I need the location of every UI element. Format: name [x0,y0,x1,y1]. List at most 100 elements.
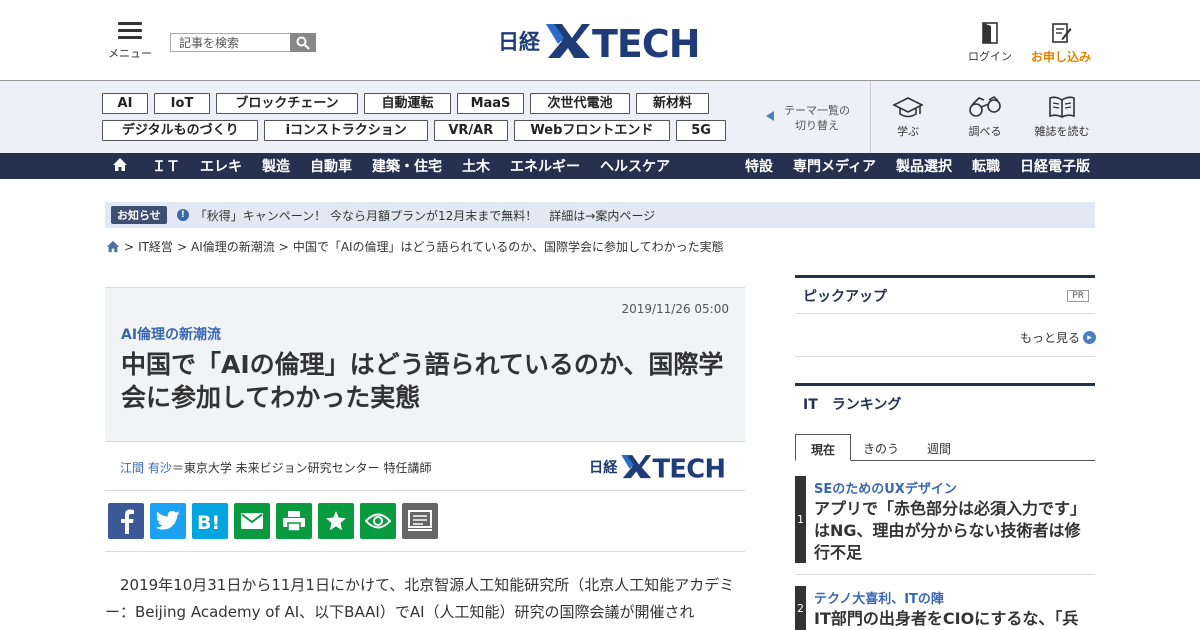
theme-tag[interactable]: MaaS [457,93,524,114]
breadcrumb-link[interactable]: IT経営 [138,238,173,255]
nav-item-products[interactable]: 製品選択 [896,156,952,176]
ranking-item[interactable]: 2 テクノ大喜利、ITの陣 IT部門の出身者をCIOにするな、「兵 [795,586,1095,630]
theme-tag[interactable]: 5G [676,120,726,141]
media-logo: 日経 TECH [589,452,731,484]
article-category[interactable]: AI倫理の新潮流 [121,324,221,344]
more-label: もっと見る [1020,331,1081,345]
theme-tag-row-2: デジタルものづくり iコンストラクション VR/AR Webフロントエンド 5G [102,120,732,141]
notice-bar[interactable]: お知らせ ! 「秋得」キャンペーン！ 今なら月額プランが12月末まで無料！ 詳細… [105,202,1095,228]
breadcrumb-link[interactable]: AI倫理の新潮流 [191,238,275,255]
nav-item-electronics[interactable]: エレキ [200,156,242,176]
theme-tag-row-1: AI IoT ブロックチェーン 自動運転 MaaS 次世代電池 新材料 [102,93,732,114]
tab-current[interactable]: 現在 [795,434,851,461]
theme-tag[interactable]: Webフロントエンド [513,120,671,141]
rank-title[interactable]: IT部門の出身者をCIOにするな、「兵 [814,608,1094,630]
nav-item-media[interactable]: 専門メディア [793,156,876,176]
triangle-left-icon [766,111,774,121]
facebook-icon [121,509,134,534]
print-button[interactable] [276,503,312,539]
site-header: メニュー 日経 TECH ログイン お申し込み [0,0,1200,81]
divider [870,81,871,153]
print-preview-button[interactable] [402,503,438,539]
star-icon [326,511,346,531]
binoculars-icon [969,95,1001,117]
article-header: 2019/11/26 05:00 AI倫理の新潮流 中国で「AIの倫理」はどう語… [105,287,745,441]
research-button[interactable]: 調べる [964,95,1006,139]
theme-tag[interactable]: 新材料 [636,93,709,114]
nav-item-jobs[interactable]: 転職 [972,156,1000,176]
nav-item-civil[interactable]: 土木 [462,156,490,176]
nav-item-healthcare[interactable]: ヘルスケア [600,156,670,176]
exclamation-icon: ! [176,209,189,221]
svg-text:TECH: TECH [653,454,726,480]
hatena-bookmark-button[interactable]: B! [192,503,228,539]
site-logo[interactable]: 日経 TECH [498,20,708,66]
theme-tag[interactable]: IoT [154,93,210,114]
theme-switch-line1: テーマ一覧の [784,104,850,117]
learn-button[interactable]: 学ぶ [890,95,926,139]
menu-label: メニュー [108,47,152,60]
theme-tag[interactable]: iコンストラクション [264,120,428,141]
search-button[interactable] [290,33,316,52]
nav-item-it[interactable]: ＩＴ [152,156,180,176]
form-pencil-icon [1052,23,1072,43]
notice-badge: お知らせ [111,206,167,224]
home-link[interactable] [112,157,128,176]
nav-item-manufacturing[interactable]: 製造 [262,156,290,176]
share-buttons: B! [108,503,444,539]
favorite-button[interactable] [318,503,354,539]
search-input[interactable] [170,33,290,52]
graduation-cap-icon [892,97,924,118]
hamburger-icon [118,22,142,39]
search-icon [296,36,310,50]
article-date: 2019/11/26 05:00 [621,302,729,316]
rank-category[interactable]: SEのためのUXデザイン [814,478,957,497]
login-link[interactable]: ログイン [968,22,1012,64]
rank-title[interactable]: アプリで「赤色部分は必須入力です」はNG、理由が分からない技術者は修行不足 [814,498,1094,564]
home-icon[interactable] [106,240,120,253]
author-bar: 江間 有沙＝東京大学 未来ビジョン研究センター 特任講師 日経 TECH [105,441,745,491]
theme-tag[interactable]: ブロックチェーン [216,93,358,114]
apply-link[interactable]: お申し込み [1026,22,1096,65]
nav-left: ＩＴ エレキ 製造 自動車 建築・住宅 土木 エネルギー ヘルスケア [112,153,690,179]
tab-weekly[interactable]: 週間 [911,434,967,460]
eye-icon [365,513,391,529]
theme-tag[interactable]: 自動運転 [364,93,451,114]
breadcrumb: > IT経営 > AI倫理の新潮流 > 中国で「AIの倫理」はどう語られているの… [106,238,724,255]
chevron-right-icon: ▸ [1083,331,1097,344]
theme-switch-button[interactable]: テーマ一覧の 切り替え [766,103,850,133]
svg-text:日経: 日経 [498,30,541,54]
nav-item-architecture[interactable]: 建築・住宅 [372,156,442,176]
svg-text:B!: B! [197,512,220,533]
divider [795,574,1095,575]
author-affiliation: ＝東京大学 未来ビジョン研究センター 特任講師 [171,461,432,475]
nav-item-nikkei-digital[interactable]: 日経電子版 [1020,156,1090,176]
ranking-item[interactable]: 1 SEのためのUXデザイン アプリで「赤色部分は必須入力です」はNG、理由が分… [795,476,1095,564]
twitter-share-button[interactable] [150,503,186,539]
nav-right: 特設 専門メディア 製品選択 転職 日経電子版 [725,153,1090,179]
search-box [170,33,316,52]
breadcrumb-current: 中国で「AIの倫理」はどう語られているのか、国際学会に参加してわかった実態 [292,240,724,254]
watch-button[interactable] [360,503,396,539]
tab-yesterday[interactable]: きのう [853,434,909,460]
theme-tag[interactable]: AI [102,93,148,114]
facebook-share-button[interactable] [108,503,144,539]
ranking-title: IT ランキング [803,397,902,413]
author-name[interactable]: 江間 有沙 [120,461,172,475]
more-link[interactable]: もっと見る ▸ [1020,329,1097,346]
learn-label: 学ぶ [897,125,919,138]
research-label: 調べる [968,125,1002,138]
nav-item-automotive[interactable]: 自動車 [310,156,352,176]
nav-item-energy[interactable]: エネルギー [510,156,580,176]
nav-item-special[interactable]: 特設 [745,156,773,176]
magazine-label: 雑誌を読む [1034,125,1090,138]
theme-tag[interactable]: デジタルものづくり [102,120,259,141]
theme-tag[interactable]: VR/AR [433,120,508,141]
theme-tag[interactable]: 次世代電池 [530,93,630,114]
rank-category[interactable]: テクノ大喜利、ITの陣 [814,588,944,607]
apply-label: お申し込み [1030,50,1091,64]
menu-button[interactable]: メニュー [108,22,152,61]
email-share-button[interactable] [234,503,270,539]
ranking-tabs: 現在 きのう 週間 [795,434,1095,461]
magazine-button[interactable]: 雑誌を読む [1032,95,1092,139]
